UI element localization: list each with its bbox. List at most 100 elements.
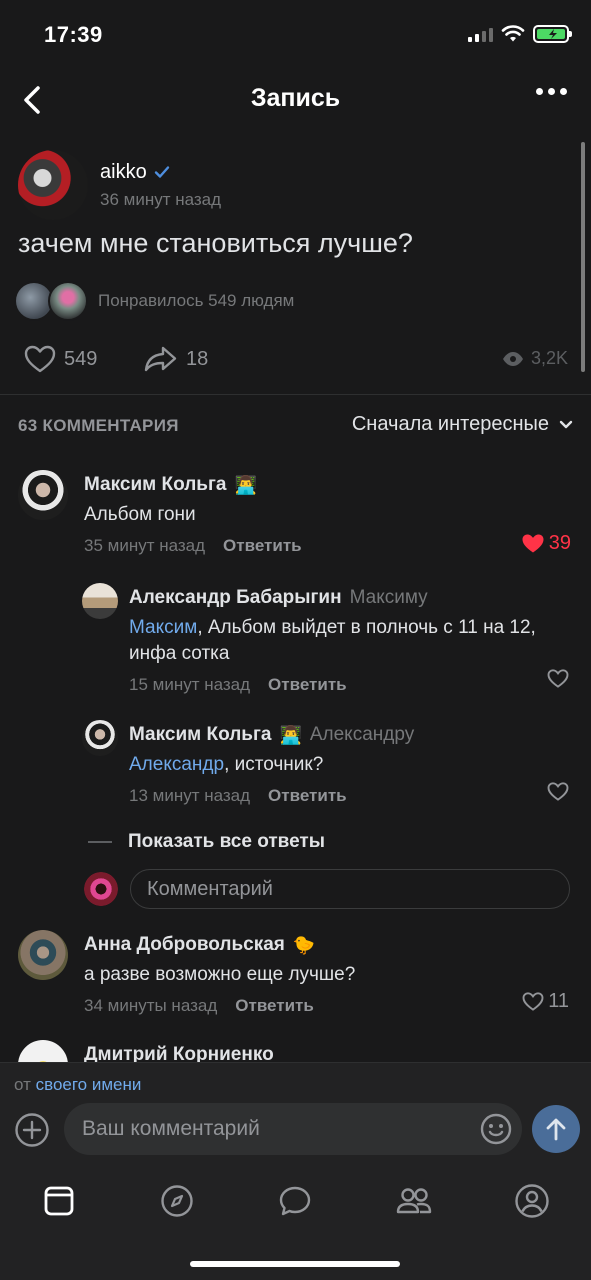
commenter-name[interactable]: Анна Добровольская 🐤 <box>84 934 564 956</box>
wifi-icon <box>501 25 525 42</box>
comment: Дмитрий Корниенко <box>18 1040 573 1062</box>
views-count: 3,2K <box>530 348 568 368</box>
divider <box>0 394 591 395</box>
comments-header: 63 КОММЕНТАРИЯ Сначала интересные <box>18 410 573 444</box>
comment-text: Александр, источник? <box>129 754 324 775</box>
send-button[interactable] <box>532 1105 580 1153</box>
comment-like-count: 11 <box>548 990 569 1012</box>
heart-filled-icon <box>522 534 544 553</box>
mention-link[interactable]: Максим <box>129 617 197 638</box>
nav-bar: Запись <box>0 68 591 132</box>
sort-dropdown[interactable]: Сначала интересные <box>352 413 573 436</box>
likers-row[interactable]: Понравилось 549 людям <box>14 281 294 321</box>
post-as-link[interactable]: своего имени <box>36 1075 142 1094</box>
tab-profile[interactable] <box>512 1181 552 1221</box>
home-indicator[interactable] <box>190 1261 400 1267</box>
heart-icon <box>522 992 544 1011</box>
reply-button[interactable]: Ответить <box>235 996 314 1016</box>
comment-like-button[interactable]: 39 <box>521 532 571 555</box>
post-header: aikko 36 минут назад <box>18 150 221 220</box>
post-as-selector[interactable]: от своего имени <box>14 1075 141 1095</box>
comment-text: Максим, Альбом выйдет в полночь с 11 на … <box>129 617 536 664</box>
status-time: 17:39 <box>44 22 103 47</box>
tab-messages[interactable] <box>275 1181 315 1221</box>
commenter-name[interactable]: Александр Бабарыгин Максиму <box>129 587 569 609</box>
commenter-name[interactable]: Дмитрий Корниенко <box>84 1044 564 1062</box>
like-count: 549 <box>64 347 98 370</box>
messages-icon <box>279 1186 311 1216</box>
heart-icon <box>547 669 569 688</box>
inline-reply: Комментарий <box>84 869 570 909</box>
comment: Анна Добровольская 🐤 а разве возможно ещ… <box>18 930 573 1020</box>
commenter-name[interactable]: Максим Кольга 👨‍💻 Александру <box>129 724 569 746</box>
commenter-avatar[interactable] <box>18 930 68 980</box>
likes-summary: Понравилось 549 людям <box>98 291 295 310</box>
plus-circle-icon <box>15 1113 49 1147</box>
bottom-panel: от своего имени Ваш комментарий <box>0 1062 591 1280</box>
emoji-badge: 👨‍💻 <box>234 474 257 495</box>
heart-icon <box>547 782 569 801</box>
commenter-name[interactable]: Максим Кольга 👨‍💻 <box>84 474 564 496</box>
views-counter: 3,2K <box>502 348 568 369</box>
post-actions: 549 18 3,2K <box>24 345 568 381</box>
commenter-avatar[interactable] <box>18 1040 68 1062</box>
post-author-name[interactable]: aikko <box>100 161 147 184</box>
reply-button[interactable]: Ответить <box>268 675 347 695</box>
comment-like-button[interactable] <box>547 669 569 688</box>
tab-discover[interactable] <box>157 1181 197 1221</box>
post-author-avatar[interactable] <box>18 150 88 220</box>
comment-time: 35 минут назад <box>84 536 206 555</box>
status-bar: 17:39 <box>0 0 591 68</box>
comment-like-button[interactable] <box>547 782 569 801</box>
smile-icon <box>480 1113 512 1145</box>
reply-button[interactable]: Ответить <box>223 536 302 556</box>
mention-link[interactable]: Александр <box>129 754 224 775</box>
comment-time: 13 минут назад <box>129 786 251 805</box>
reply-comment: Максим Кольга 👨‍💻 Александру Александр, … <box>82 720 573 810</box>
post-author[interactable]: aikko <box>100 161 221 184</box>
cellular-signal-icon <box>468 26 493 42</box>
emoji-button[interactable] <box>480 1113 512 1145</box>
comment-like-button[interactable]: 11 <box>522 990 569 1013</box>
more-options-button[interactable] <box>536 88 567 95</box>
arrow-up-icon <box>546 1118 566 1141</box>
commenter-avatar[interactable] <box>82 583 118 619</box>
emoji-badge: 🐤 <box>292 934 316 955</box>
commenter-avatar[interactable] <box>82 720 118 756</box>
comment-composer: Ваш комментарий <box>0 1103 591 1157</box>
attach-button[interactable] <box>14 1112 50 1148</box>
comment: Максим Кольга 👨‍💻 Альбом гони 35 минут н… <box>18 470 573 560</box>
comment-input[interactable]: Ваш комментарий <box>64 1103 522 1155</box>
reply-to[interactable]: Александру <box>310 724 414 746</box>
comment-like-count: 39 <box>548 532 571 554</box>
like-button[interactable]: 549 <box>24 345 97 373</box>
chevron-down-icon <box>559 420 573 428</box>
reply-to[interactable]: Максиму <box>350 587 428 609</box>
discover-icon <box>161 1185 193 1217</box>
tab-friends[interactable] <box>394 1181 434 1221</box>
page-title: Запись <box>250 84 341 112</box>
commenter-avatar[interactable] <box>18 470 68 520</box>
emoji-badge: 👨‍💻 <box>279 724 302 745</box>
sort-label: Сначала интересные <box>351 413 549 435</box>
comment-time: 34 минуты назад <box>84 996 218 1015</box>
profile-icon <box>515 1184 549 1218</box>
inline-comment-input[interactable]: Комментарий <box>130 869 570 909</box>
share-icon <box>144 346 177 372</box>
share-count: 18 <box>186 347 209 370</box>
battery-icon <box>533 25 572 43</box>
comment-text: Альбом гони <box>84 504 196 525</box>
comments-count: 63 КОММЕНТАРИЯ <box>18 416 179 435</box>
reply-button[interactable]: Ответить <box>268 786 347 806</box>
heart-icon <box>24 345 56 373</box>
comment-text: а разве возможно еще лучше? <box>84 964 356 985</box>
share-button[interactable]: 18 <box>144 345 208 373</box>
show-all-replies-button[interactable]: Показать все ответы <box>88 831 325 853</box>
tab-newsfeed[interactable] <box>39 1181 79 1221</box>
scroll-indicator[interactable] <box>581 142 585 372</box>
more-dots-icon <box>536 88 543 95</box>
status-icons <box>468 25 572 43</box>
my-avatar <box>84 872 118 906</box>
eye-icon <box>502 351 523 366</box>
liker-avatar <box>48 281 88 321</box>
